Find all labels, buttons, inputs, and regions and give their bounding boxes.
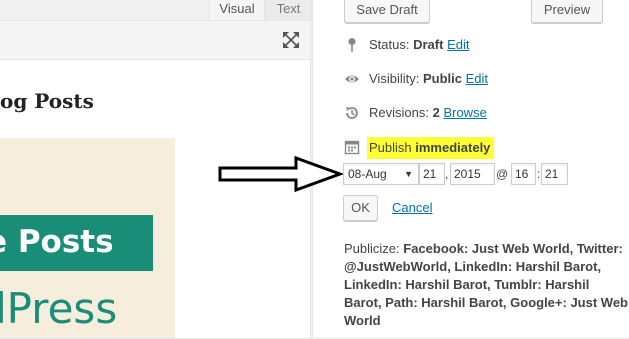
image-banner: e Posts [0,215,153,271]
revisions-icon [346,107,358,119]
time-colon: : [537,167,541,181]
month-select[interactable]: 08-Aug ▼ [343,163,419,185]
revisions-value: 2 [432,105,440,120]
status-label: Status: [369,37,410,52]
tab-visual[interactable]: Visual [209,0,265,21]
save-draft-button[interactable]: Save Draft [344,0,430,23]
image-banner-text: e Posts [0,224,114,260]
day-input[interactable]: 21 [419,163,445,185]
fullscreen-icon[interactable] [282,31,300,49]
publish-value: immediately [415,140,491,155]
chevron-down-icon: ▼ [404,169,413,179]
ok-button[interactable]: OK [343,195,378,221]
calendar-icon [344,140,360,155]
minute-input[interactable]: 21 [541,163,568,185]
pin-icon [348,38,356,52]
post-heading: og Posts [0,89,94,113]
image-wordpress-text: dPress [0,284,118,333]
year-input[interactable]: 2015 [450,163,495,185]
visibility-edit-link[interactable]: Edit [466,71,488,86]
publicize-section: Publicize: Facebook: Just Web World, Twi… [344,240,628,330]
publish-box: Save Draft Preview Status: Draft Edit Vi… [312,0,629,337]
revisions-label: Revisions: [369,105,429,120]
visibility-value: Public [422,71,462,86]
publish-highlight: Publish immediately [367,137,495,159]
publish-label: Publish [369,140,412,155]
preview-button[interactable]: Preview [531,0,603,23]
tab-text[interactable]: Text [265,0,312,21]
publicize-label: Publicize: [344,241,400,256]
revisions-browse-link[interactable]: Browse [443,105,486,120]
cancel-link[interactable]: Cancel [392,200,432,215]
month-value: 08-Aug [348,167,387,181]
status-edit-link[interactable]: Edit [447,37,469,52]
eye-icon [345,75,359,83]
hour-input[interactable]: 16 [511,163,536,185]
date-comma: , [445,167,449,181]
status-value: Draft [413,37,444,52]
visibility-label: Visibility: [369,71,420,86]
editor-toolbar [0,21,310,60]
arrow-annotation-icon [218,156,343,192]
post-image: e Posts dPress [0,138,175,338]
editor-tabs: Visual Text [0,0,312,21]
at-symbol: @ [496,167,509,181]
